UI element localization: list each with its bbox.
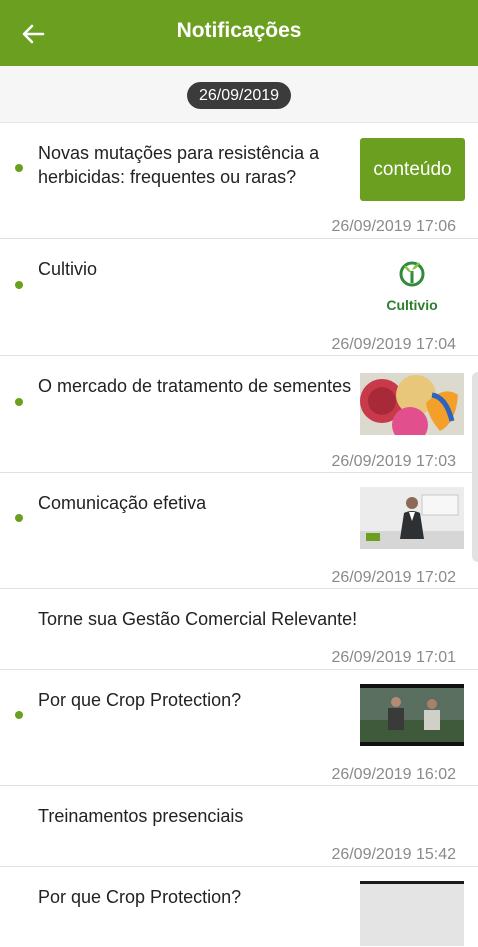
- notification-item[interactable]: Por que Crop Protection? 26/09/2019 16:0…: [0, 670, 478, 786]
- notification-time: 26/09/2019 17:02: [331, 569, 456, 586]
- notification-item[interactable]: Novas mutações para resistência a herbic…: [0, 123, 478, 239]
- cultivio-logo: Cultivio: [386, 261, 438, 313]
- seeds-image: [360, 373, 464, 435]
- notification-thumbnail: [360, 373, 464, 435]
- notification-time: 26/09/2019 16:02: [331, 766, 456, 783]
- notification-item[interactable]: Cultivio Cultivio 26/09/2019 17:04: [0, 239, 478, 356]
- notification-item[interactable]: Treinamentos presenciais 26/09/2019 15:4…: [0, 786, 478, 867]
- unread-dot: [15, 514, 23, 522]
- notification-title: Comunicação efetiva: [38, 493, 207, 513]
- date-badge: 26/09/2019: [187, 82, 291, 109]
- notification-title: O mercado de tratamento de sementes: [38, 376, 352, 396]
- notification-title: Novas mutações para resistência a herbic…: [38, 143, 320, 187]
- notification-item[interactable]: O mercado de tratamento de sementes 26/0…: [0, 356, 478, 473]
- notification-time: 26/09/2019 15:42: [331, 846, 456, 863]
- notification-title: Torne sua Gestão Comercial Relevante!: [38, 609, 358, 629]
- unread-dot: [15, 398, 23, 406]
- notification-thumbnail: Cultivio: [360, 254, 464, 316]
- notification-title: Por que Crop Protection?: [38, 887, 242, 907]
- notification-title: Cultivio: [38, 259, 98, 279]
- notification-thumbnail: [360, 881, 464, 946]
- svg-text:Cultivio: Cultivio: [386, 297, 437, 313]
- speaker-image: [360, 487, 464, 549]
- notification-time: 26/09/2019 17:06: [331, 218, 456, 235]
- unread-dot: [15, 281, 23, 289]
- content-button[interactable]: conteúdo: [360, 138, 465, 201]
- unread-dot: [15, 164, 23, 172]
- unread-dot: [15, 711, 23, 719]
- video-still-image: [360, 684, 464, 746]
- date-section-header: 26/09/2019: [0, 66, 478, 123]
- notification-time: 26/09/2019 17:03: [331, 453, 456, 470]
- notification-title: Por que Crop Protection?: [38, 690, 242, 710]
- app-bar: Notificações: [0, 0, 478, 66]
- notification-title: Treinamentos presenciais: [38, 806, 244, 826]
- notification-thumbnail: [360, 487, 464, 549]
- scroll-indicator[interactable]: [472, 372, 478, 562]
- notification-thumbnail: [360, 684, 464, 746]
- notification-item[interactable]: Por que Crop Protection?: [0, 867, 478, 947]
- notification-item[interactable]: Torne sua Gestão Comercial Relevante! 26…: [0, 589, 478, 670]
- notification-time: 26/09/2019 17:04: [331, 336, 456, 353]
- notification-time: 26/09/2019 17:01: [331, 649, 456, 666]
- notification-item[interactable]: Comunicação efetiva 26/09/2019 17:02: [0, 473, 478, 589]
- page-title: Notificações: [176, 19, 302, 42]
